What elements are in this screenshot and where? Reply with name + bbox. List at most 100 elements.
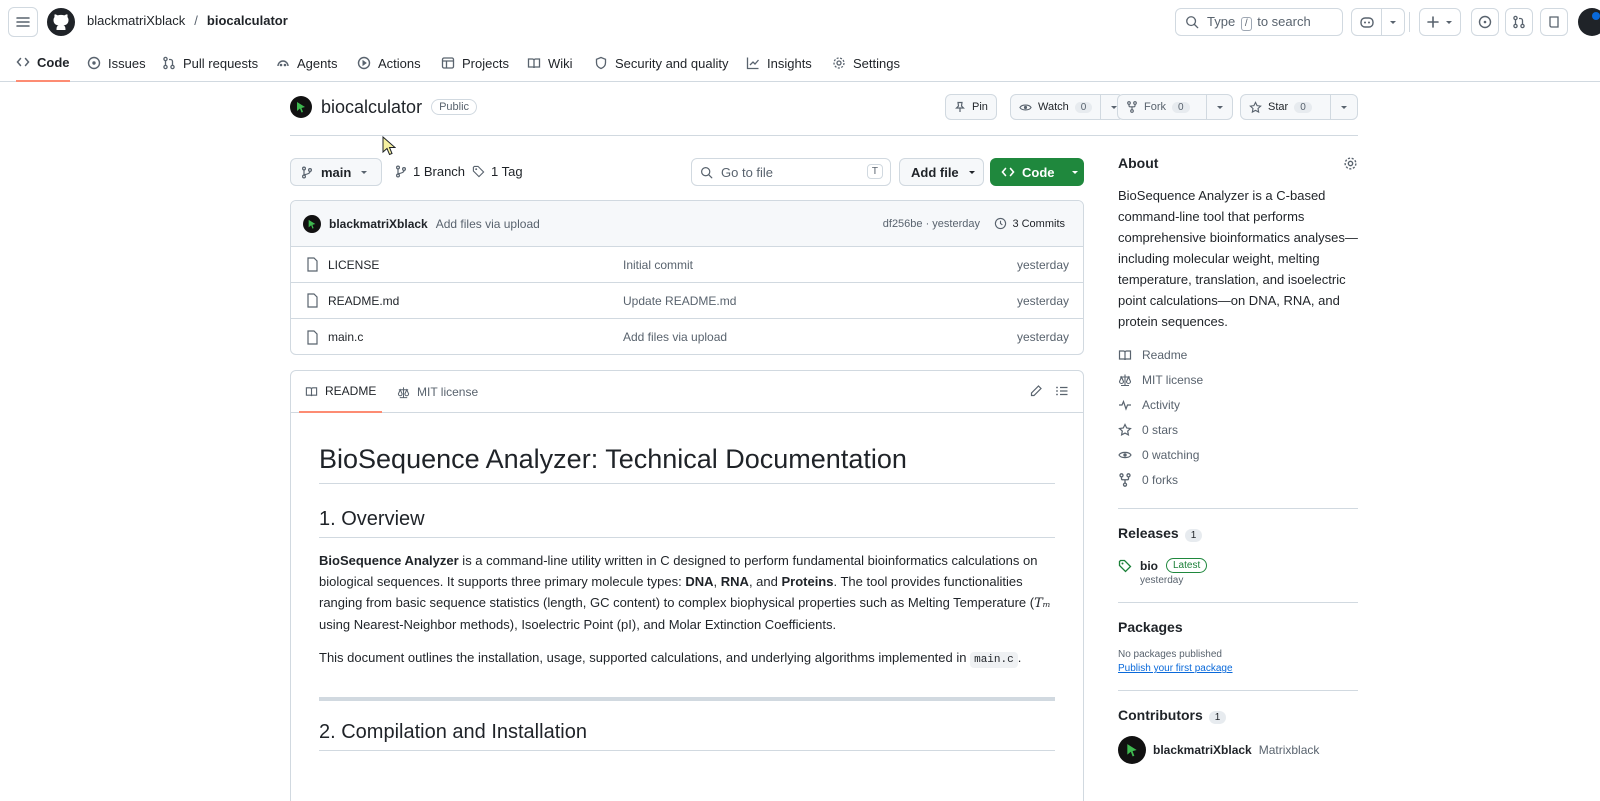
watch-button[interactable]: Watch 0 <box>1010 94 1125 120</box>
sidebar-divider <box>1118 508 1358 509</box>
overview-paragraph: BioSequence Analyzer is a command-line u… <box>319 550 1055 635</box>
readme-link[interactable]: Readme <box>1118 342 1358 367</box>
outline-button[interactable] <box>1055 384 1069 398</box>
repositories-button[interactable] <box>1540 8 1568 36</box>
copilot-icon <box>1359 17 1374 28</box>
play-icon <box>357 56 371 70</box>
github-logo-icon[interactable] <box>47 8 75 36</box>
add-file-button[interactable]: Add file <box>899 158 984 186</box>
owner-avatar[interactable] <box>290 96 312 118</box>
file-commit-message[interactable]: Initial commit <box>623 258 693 272</box>
forks-link[interactable]: 0 forks <box>1118 467 1358 492</box>
packages-section: Packages No packages published Publish y… <box>1118 619 1358 674</box>
edit-readme-button[interactable] <box>1029 384 1043 398</box>
overview-sep-1: , <box>713 574 721 589</box>
issues-button[interactable] <box>1471 8 1499 36</box>
forks-link-label: 0 forks <box>1142 472 1179 487</box>
author-avatar[interactable] <box>303 214 321 233</box>
tab-security-label: Security and quality <box>615 55 729 71</box>
table-row[interactable]: LICENSE Initial commit yesterday <box>291 247 1083 283</box>
readme-heading-compile: 2. Compilation and Installation <box>319 721 1055 751</box>
go-to-file-input[interactable]: Go to file T <box>691 158 891 186</box>
git-branch-icon <box>302 166 312 179</box>
menu-button[interactable] <box>8 7 38 37</box>
release-item[interactable]: bio Latest <box>1118 558 1358 573</box>
code-button[interactable]: Code <box>990 158 1084 186</box>
history-icon <box>995 217 1007 230</box>
contributor-item[interactable]: blackmatriXblack Matrixblack <box>1118 736 1358 764</box>
contributors-title[interactable]: Contributors <box>1118 707 1203 723</box>
commit-hash[interactable]: df256be · yesterday <box>883 218 980 230</box>
fork-button[interactable]: Fork 0 <box>1117 94 1233 120</box>
commit-message[interactable]: Add files via upload <box>436 217 540 231</box>
table-row[interactable]: README.md Update README.md yesterday <box>291 283 1083 319</box>
tab-security[interactable]: Security and quality <box>594 44 728 82</box>
commit-author[interactable]: blackmatriXblack <box>329 217 428 231</box>
code-button-label: Code <box>1022 164 1055 180</box>
overview-dna: DNA <box>685 574 714 589</box>
search-input[interactable]: Type / to search <box>1175 8 1343 36</box>
avatar[interactable] <box>1578 8 1600 36</box>
global-header: blackmatriXblack / biocalculator Type / … <box>0 0 1600 44</box>
tab-issues-label: Issues <box>108 55 146 71</box>
file-name[interactable]: README.md <box>328 294 399 308</box>
branch-select[interactable]: main <box>290 158 382 186</box>
releases-title[interactable]: Releases <box>1118 525 1179 541</box>
law-icon <box>1118 374 1132 386</box>
tab-issues[interactable]: Issues <box>87 44 146 82</box>
license-link[interactable]: MIT license <box>1118 367 1358 392</box>
about-description: BioSequence Analyzer is a C-based comman… <box>1118 188 1358 329</box>
branch-name: main <box>321 164 352 180</box>
tab-projects[interactable]: Projects <box>441 44 509 82</box>
tab-wiki[interactable]: Wiki <box>527 44 573 82</box>
tab-code[interactable]: Code <box>16 44 70 82</box>
star-button[interactable]: Star 0 <box>1240 94 1358 120</box>
gear-icon[interactable] <box>1343 156 1358 171</box>
watching-link[interactable]: 0 watching <box>1118 442 1358 467</box>
file-name[interactable]: main.c <box>328 330 363 344</box>
add-file-label: Add file <box>911 164 959 180</box>
tab-pull-requests[interactable]: Pull requests <box>162 44 258 82</box>
create-new-button[interactable] <box>1419 8 1461 36</box>
pull-requests-button[interactable] <box>1505 8 1533 36</box>
file-name[interactable]: LICENSE <box>328 258 379 272</box>
go-to-file-shortcut: T <box>866 164 883 179</box>
readme-content: BioSequence Analyzer: Technical Document… <box>291 444 1083 751</box>
file-commit-message[interactable]: Update README.md <box>623 294 736 308</box>
contributor-login[interactable]: blackmatriXblack <box>1153 743 1252 757</box>
tab-agents[interactable]: Agents <box>276 44 337 82</box>
file-commit-message[interactable]: Add files via upload <box>623 330 727 344</box>
packages-title[interactable]: Packages <box>1118 619 1358 635</box>
repo-icon <box>1549 16 1559 28</box>
release-tag[interactable]: bio <box>1140 559 1158 573</box>
publish-package-link[interactable]: Publish your first package <box>1118 663 1358 674</box>
file-date: yesterday <box>1016 257 1069 272</box>
about-title: About <box>1118 155 1159 171</box>
copilot-button[interactable] <box>1351 8 1405 36</box>
table-row[interactable]: main.c Add files via upload yesterday <box>291 319 1083 354</box>
breadcrumb-repo[interactable]: biocalculator <box>207 13 288 28</box>
chevron-down-icon <box>1216 106 1223 109</box>
contributor-avatar[interactable] <box>1118 736 1146 764</box>
tags-label: 1 Tag <box>491 164 523 179</box>
search-placeholder: Type / to search <box>1207 14 1311 31</box>
pin-button[interactable]: Pin <box>945 94 997 120</box>
stars-link[interactable]: 0 stars <box>1118 417 1358 442</box>
branches-link[interactable]: 1 Branch <box>395 164 465 179</box>
tab-readme[interactable]: README <box>299 371 383 413</box>
breadcrumb: blackmatriXblack / biocalculator <box>87 13 288 28</box>
tab-license[interactable]: MIT license <box>397 371 478 413</box>
tab-insights[interactable]: Insights <box>746 44 812 82</box>
book-icon <box>527 58 541 69</box>
repo-title[interactable]: biocalculator <box>321 97 422 118</box>
commits-link[interactable]: 3 Commits <box>994 217 1065 230</box>
breadcrumb-owner[interactable]: blackmatriXblack <box>87 13 185 28</box>
tab-settings[interactable]: Settings <box>832 44 900 82</box>
pencil-icon <box>1030 385 1042 397</box>
list-unordered-icon <box>1056 386 1068 396</box>
contributor-name: Matrixblack <box>1258 743 1320 757</box>
watching-link-label: 0 watching <box>1142 447 1200 462</box>
tab-actions[interactable]: Actions <box>357 44 421 82</box>
tags-link[interactable]: 1 Tag <box>472 164 523 179</box>
activity-link[interactable]: Activity <box>1118 392 1358 417</box>
